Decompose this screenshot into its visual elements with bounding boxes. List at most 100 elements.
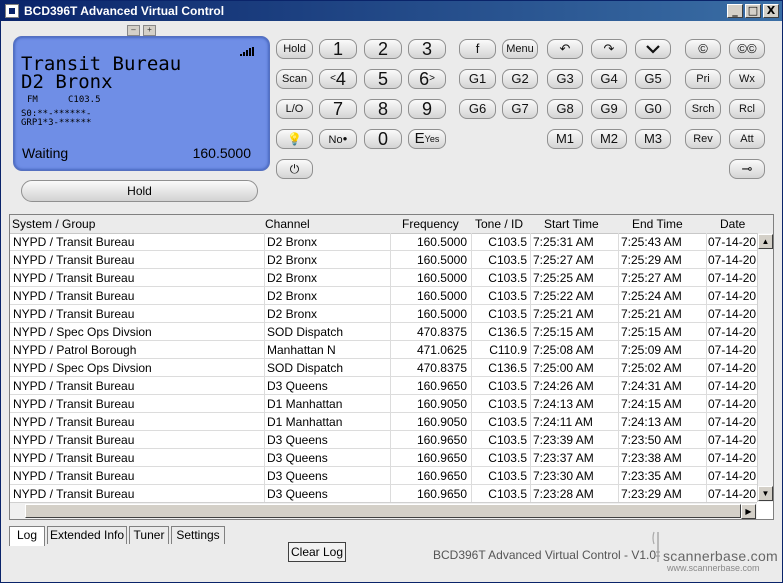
table-row[interactable]: NYPD / Transit Bureau D3 Queens 160.9650 C1… (10, 467, 757, 485)
g2-button[interactable]: G2 (502, 69, 538, 89)
cell-frequency: 471.0625 (416, 343, 467, 357)
horizontal-scrollbar[interactable]: ▶ (10, 502, 757, 519)
lockout-button[interactable]: L/O (276, 99, 313, 119)
g6-button[interactable]: G6 (459, 99, 496, 119)
col-system-group[interactable]: System / Group (12, 217, 95, 231)
tab-settings[interactable]: Settings (171, 526, 225, 544)
search-button[interactable]: Srch (685, 99, 721, 119)
col-tone-id[interactable]: Tone / ID (475, 217, 523, 231)
cell-frequency: 160.5000 (416, 307, 467, 321)
key-0[interactable]: 0 (364, 129, 402, 149)
copy-all-button[interactable]: ©© (729, 39, 765, 59)
tab-tuner[interactable]: Tuner (129, 526, 169, 544)
hold-bar-button[interactable]: Hold (21, 180, 258, 202)
lcd-collapse-button[interactable]: – (127, 25, 140, 36)
table-row[interactable]: NYPD / Transit Bureau D2 Bronx 160.5000 C10… (10, 287, 757, 305)
col-start-time[interactable]: Start Time (544, 217, 599, 231)
horizontal-scroll-thumb[interactable] (25, 504, 741, 518)
dropdown-button[interactable] (635, 39, 671, 59)
cell-channel: D3 Queens (267, 379, 328, 393)
copy-button[interactable]: © (685, 39, 721, 59)
g3-button[interactable]: G3 (547, 69, 583, 89)
g9-button[interactable]: G9 (591, 99, 627, 119)
key-4[interactable]: <4 (319, 69, 357, 89)
table-row[interactable]: NYPD / Transit Bureau D1 Manhattan 160.905… (10, 413, 757, 431)
g1-button[interactable]: G1 (459, 69, 496, 89)
scroll-right-icon[interactable]: ▶ (741, 504, 756, 519)
table-row[interactable]: NYPD / Spec Ops Divsion SOD Dispatch 470.8… (10, 359, 757, 377)
cell-frequency: 160.9650 (416, 469, 467, 483)
m2-button[interactable]: M2 (591, 129, 627, 149)
cell-frequency: 160.5000 (416, 271, 467, 285)
attenuator-button[interactable]: Att (729, 129, 765, 149)
table-row[interactable]: NYPD / Transit Bureau D1 Manhattan 160.905… (10, 395, 757, 413)
scroll-up-icon[interactable]: ▲ (758, 234, 773, 249)
no-button[interactable]: No● (319, 129, 357, 149)
key-9[interactable]: 9 (408, 99, 446, 119)
reverse-button[interactable]: Rev (685, 129, 721, 149)
table-row[interactable]: NYPD / Transit Bureau D3 Queens 160.9650 C1… (10, 485, 757, 502)
g4-button[interactable]: G4 (591, 69, 627, 89)
cell-channel: D3 Queens (267, 433, 328, 447)
priority-button[interactable]: Pri (685, 69, 721, 89)
table-body: NYPD / Transit Bureau D2 Bronx 160.5000 C10… (10, 233, 757, 502)
key-5[interactable]: 5 (364, 69, 402, 89)
table-row[interactable]: NYPD / Patrol Borough Manhattan N 471.0625… (10, 341, 757, 359)
function-button[interactable]: f (459, 39, 496, 59)
cell-date: 07-14-20 (708, 451, 757, 465)
g5-button[interactable]: G5 (635, 69, 671, 89)
vertical-scrollbar[interactable]: ▲ ▼ (757, 233, 773, 502)
table-row[interactable]: NYPD / Transit Bureau D3 Queens 160.9650 C1… (10, 431, 757, 449)
g8-button[interactable]: G8 (547, 99, 583, 119)
recall-button[interactable]: Rcl (729, 99, 765, 119)
key-6[interactable]: 6> (408, 69, 446, 89)
minimize-button[interactable]: _ (727, 4, 743, 18)
tab-extended-info[interactable]: Extended Info (47, 526, 127, 544)
enter-yes-button[interactable]: EYes (408, 129, 446, 149)
g7-button[interactable]: G7 (502, 99, 538, 119)
cell-tone-id: C136.5 (488, 325, 527, 339)
close-button[interactable]: X (763, 4, 779, 18)
m1-button[interactable]: M1 (547, 129, 583, 149)
redo-button[interactable]: ↷ (591, 39, 627, 59)
menu-button[interactable]: Menu (502, 39, 538, 59)
table-row[interactable]: NYPD / Transit Bureau D2 Bronx 160.5000 C10… (10, 251, 757, 269)
hold-button[interactable]: Hold (276, 39, 313, 59)
power-button[interactable]: ⏻ (276, 159, 313, 179)
table-row[interactable]: NYPD / Transit Bureau D2 Bronx 160.5000 C10… (10, 269, 757, 287)
undo-button[interactable]: ↶ (547, 39, 583, 59)
light-button[interactable]: 💡 (276, 129, 313, 149)
key-2[interactable]: 2 (364, 39, 402, 59)
table-row[interactable]: NYPD / Transit Bureau D2 Bronx 160.5000 C10… (10, 233, 757, 251)
col-channel[interactable]: Channel (265, 217, 310, 231)
cell-start-time: 7:25:25 AM (533, 271, 594, 285)
col-frequency[interactable]: Frequency (402, 217, 459, 231)
col-date[interactable]: Date (720, 217, 745, 231)
col-end-time[interactable]: End Time (632, 217, 683, 231)
table-row[interactable]: NYPD / Spec Ops Divsion SOD Dispatch 470.8… (10, 323, 757, 341)
m3-button[interactable]: M3 (635, 129, 671, 149)
key-7[interactable]: 7 (319, 99, 357, 119)
key-8[interactable]: 8 (364, 99, 402, 119)
table-row[interactable]: NYPD / Transit Bureau D3 Queens 160.9650 C1… (10, 377, 757, 395)
key-lock-button[interactable]: ⊸ (729, 159, 765, 179)
cell-channel: D2 Bronx (267, 307, 318, 321)
table-row[interactable]: NYPD / Transit Bureau D3 Queens 160.9650 C1… (10, 449, 757, 467)
maximize-button[interactable]: □ (745, 4, 761, 18)
cell-end-time: 7:25:21 AM (621, 307, 682, 321)
cell-start-time: 7:23:39 AM (533, 433, 594, 447)
cell-date: 07-14-20 (708, 235, 757, 249)
scan-button[interactable]: Scan (276, 69, 313, 89)
table-row[interactable]: NYPD / Transit Bureau D2 Bronx 160.5000 C10… (10, 305, 757, 323)
g0-button[interactable]: G0 (635, 99, 671, 119)
key-3[interactable]: 3 (408, 39, 446, 59)
lcd-expand-button[interactable]: + (143, 25, 156, 36)
key-1[interactable]: 1 (319, 39, 357, 59)
title-bar[interactable]: BCD396T Advanced Virtual Control _ □ X (1, 1, 782, 21)
clear-log-button[interactable]: Clear Log (288, 542, 346, 562)
scroll-down-icon[interactable]: ▼ (758, 486, 773, 501)
cell-start-time: 7:25:22 AM (533, 289, 594, 303)
cell-system-group: NYPD / Spec Ops Divsion (13, 361, 152, 375)
weather-button[interactable]: Wx (729, 69, 765, 89)
tab-log[interactable]: Log (9, 526, 45, 546)
